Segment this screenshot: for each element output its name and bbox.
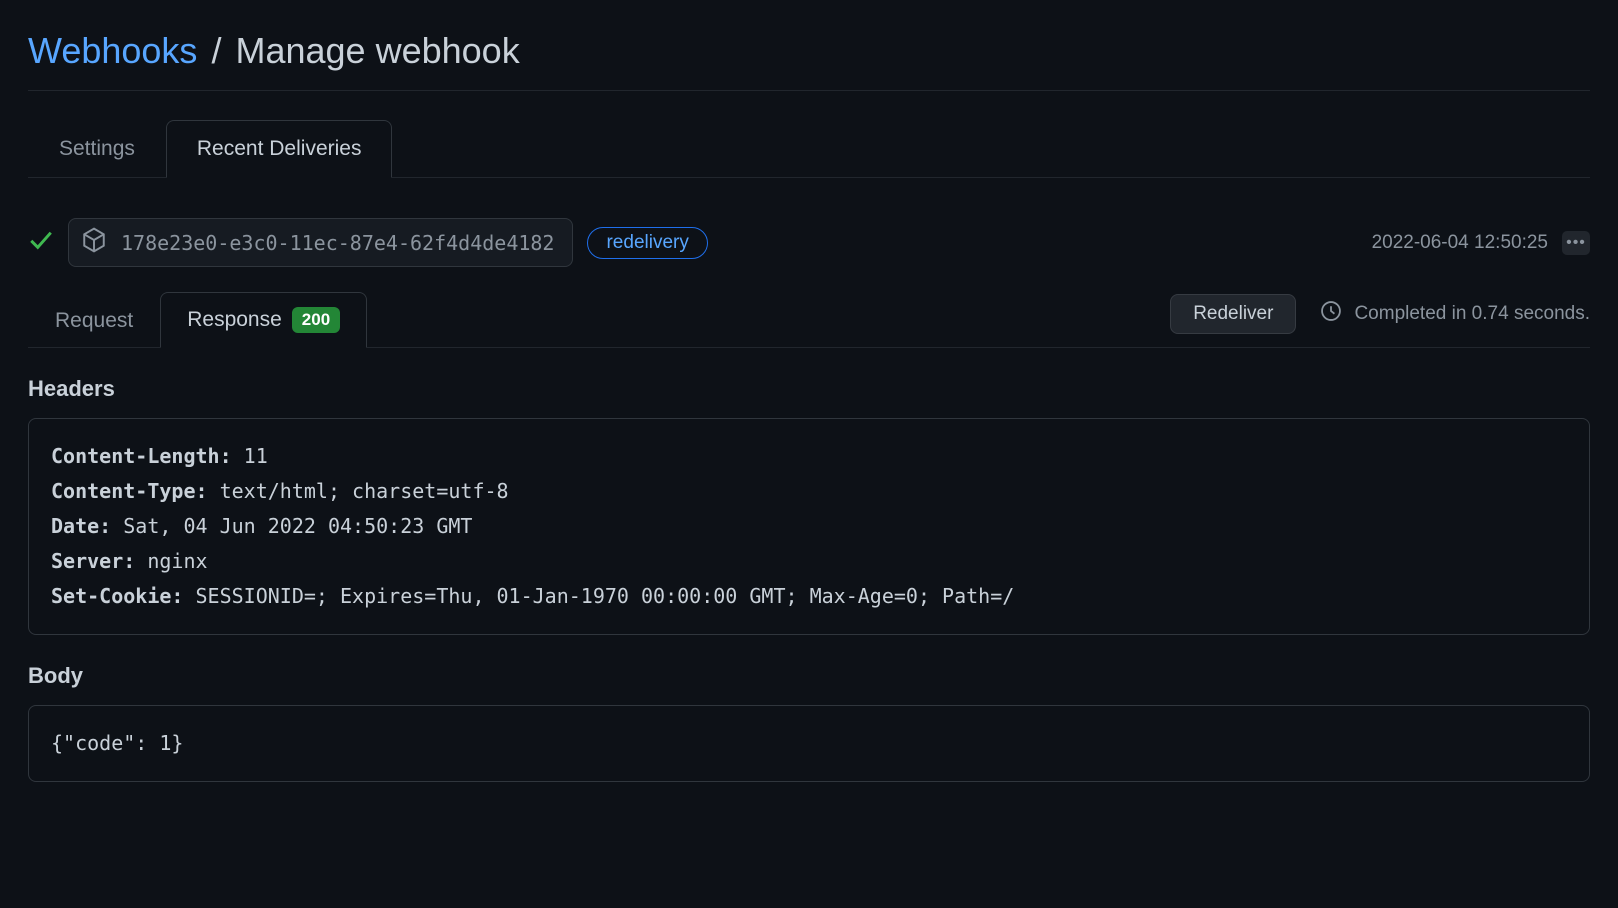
header-line: Date: Sat, 04 Jun 2022 04:50:23 GMT xyxy=(51,509,1567,544)
header-key: Date: xyxy=(51,514,111,538)
tab-settings[interactable]: Settings xyxy=(28,120,166,178)
header-value: nginx xyxy=(135,549,207,573)
secondary-row: Request Response 200 Redeliver Completed… xyxy=(28,291,1590,348)
header-key: Content-Type: xyxy=(51,479,208,503)
breadcrumb-current: Manage webhook xyxy=(235,30,519,71)
headers-title: Headers xyxy=(28,376,1590,402)
clock-icon xyxy=(1320,300,1342,328)
tab-request[interactable]: Request xyxy=(28,292,160,348)
header-key: Server: xyxy=(51,549,135,573)
header-value: 11 xyxy=(232,444,268,468)
check-icon xyxy=(28,227,54,258)
header-line: Content-Type: text/html; charset=utf-8 xyxy=(51,474,1567,509)
header-line: Server: nginx xyxy=(51,544,1567,579)
body-box: {"code": 1} xyxy=(28,705,1590,782)
header-value: SESSIONID=; Expires=Thu, 01-Jan-1970 00:… xyxy=(183,584,1014,608)
breadcrumb-link-webhooks[interactable]: Webhooks xyxy=(28,30,197,71)
header-value: Sat, 04 Jun 2022 04:50:23 GMT xyxy=(111,514,472,538)
status-badge: 200 xyxy=(292,307,340,333)
header-line: Set-Cookie: SESSIONID=; Expires=Thu, 01-… xyxy=(51,579,1567,614)
tab-response-label: Response xyxy=(187,308,282,332)
delivery-row: 178e23e0-e3c0-11ec-87e4-62f4d4de4182 red… xyxy=(28,218,1590,267)
tab-recent-deliveries[interactable]: Recent Deliveries xyxy=(166,120,393,178)
delivery-chip[interactable]: 178e23e0-e3c0-11ec-87e4-62f4d4de4182 xyxy=(68,218,573,267)
completed-text: Completed in 0.74 seconds. xyxy=(1354,303,1590,325)
headers-box: Content-Length: 11Content-Type: text/htm… xyxy=(28,418,1590,635)
delivery-id: 178e23e0-e3c0-11ec-87e4-62f4d4de4182 xyxy=(121,231,554,255)
completed-info: Completed in 0.74 seconds. xyxy=(1320,300,1590,328)
header-value: text/html; charset=utf-8 xyxy=(208,479,509,503)
breadcrumb: Webhooks / Manage webhook xyxy=(28,30,1590,91)
header-key: Content-Length: xyxy=(51,444,232,468)
primary-tabs: Settings Recent Deliveries xyxy=(28,119,1590,178)
header-key: Set-Cookie: xyxy=(51,584,183,608)
delivery-menu-button[interactable]: ••• xyxy=(1562,231,1590,255)
breadcrumb-separator: / xyxy=(211,30,221,71)
body-title: Body xyxy=(28,663,1590,689)
redeliver-button[interactable]: Redeliver xyxy=(1170,294,1296,334)
delivery-timestamp: 2022-06-04 12:50:25 xyxy=(1372,232,1548,254)
redelivery-badge: redelivery xyxy=(587,227,707,259)
secondary-tabs: Request Response 200 xyxy=(28,291,367,347)
header-line: Content-Length: 11 xyxy=(51,439,1567,474)
kebab-icon: ••• xyxy=(1566,234,1586,252)
tab-response[interactable]: Response 200 xyxy=(160,292,367,348)
package-icon xyxy=(81,227,107,258)
